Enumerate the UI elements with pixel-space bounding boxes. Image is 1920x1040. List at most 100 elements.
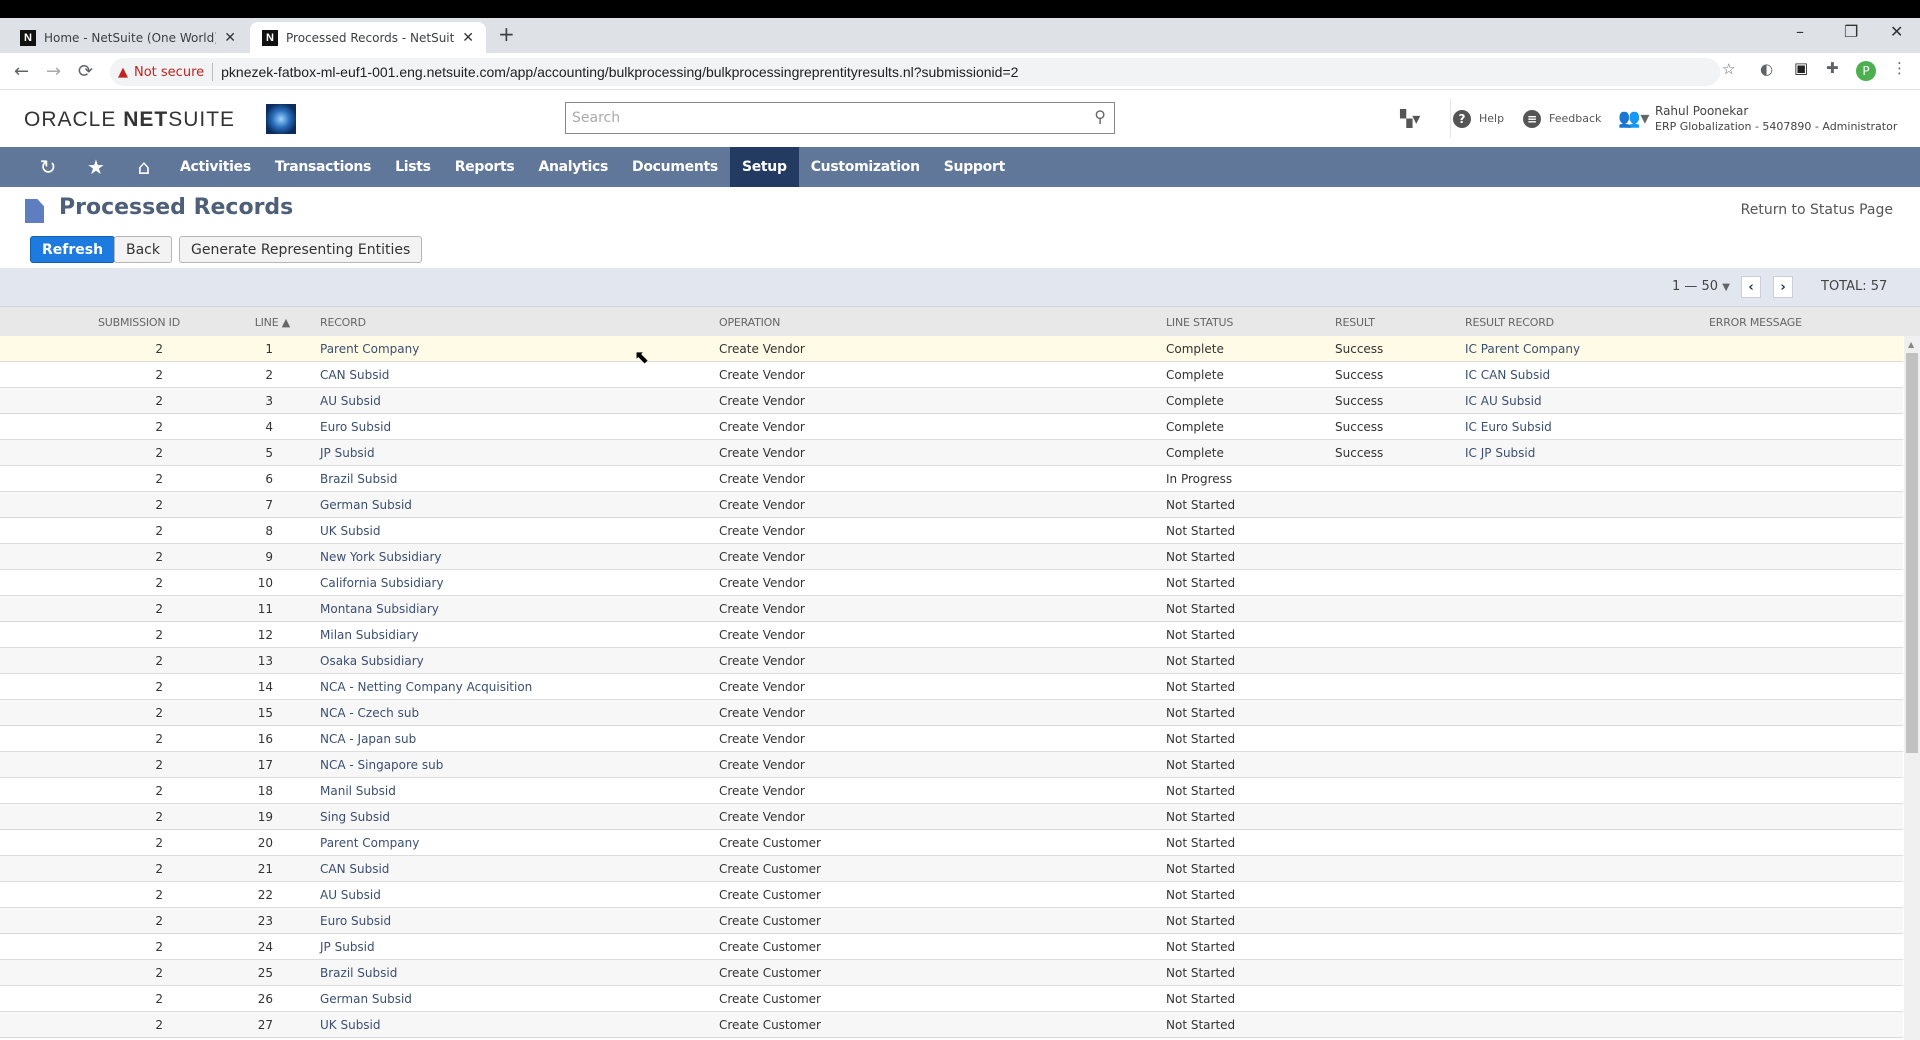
- cell-record[interactable]: New York Subsidiary: [320, 550, 442, 564]
- table-row[interactable]: 2 1 Parent Company Create Vendor Complete Suc…: [0, 336, 1903, 362]
- table-row[interactable]: 2 6 Brazil Subsid Create Vendor In Progress: [0, 466, 1903, 492]
- cell-record[interactable]: Parent Company: [320, 836, 419, 850]
- cell-record[interactable]: Milan Subsidiary: [320, 628, 419, 642]
- extension-badge-icon[interactable]: ▣: [1794, 59, 1808, 77]
- cell-record[interactable]: Osaka Subsidiary: [320, 654, 424, 668]
- browser-tab-home[interactable]: N Home - NetSuite (One World) ✕: [8, 22, 248, 53]
- cell-record[interactable]: CAN Subsid: [320, 368, 389, 382]
- table-row[interactable]: 2 15 NCA - Czech sub Create Vendor Not Start…: [0, 700, 1903, 726]
- oracle-netsuite-logo[interactable]: ORACLE NETSUITE: [24, 108, 235, 132]
- browser-menu-icon[interactable]: ⋮: [1892, 59, 1907, 77]
- cell-record[interactable]: Brazil Subsid: [320, 472, 397, 486]
- browser-tab-processed-records[interactable]: N Processed Records - NetSuite (ERP ✕: [250, 22, 486, 53]
- global-search-input[interactable]: Search ⚲: [565, 102, 1115, 134]
- cell-result-record[interactable]: IC CAN Subsid: [1465, 368, 1550, 382]
- table-row[interactable]: 2 4 Euro Subsid Create Vendor Complete Succes…: [0, 414, 1903, 440]
- table-scrollbar[interactable]: ▲: [1904, 336, 1920, 1040]
- table-row[interactable]: 2 7 German Subsid Create Vendor Not Started: [0, 492, 1903, 518]
- minimize-button[interactable]: –: [1796, 22, 1804, 41]
- cell-record[interactable]: California Subsidiary: [320, 576, 444, 590]
- table-row[interactable]: 2 16 NCA - Japan sub Create Vendor Not Start…: [0, 726, 1903, 752]
- cell-record[interactable]: German Subsid: [320, 992, 412, 1006]
- col-line[interactable]: LINE ▲: [255, 316, 291, 329]
- table-row[interactable]: 2 21 CAN Subsid Create Customer Not Started: [0, 856, 1903, 882]
- nav-transactions[interactable]: Transactions: [263, 147, 383, 187]
- table-row[interactable]: 2 18 Manil Subsid Create Vendor Not Started: [0, 778, 1903, 804]
- cell-record[interactable]: JP Subsid: [320, 940, 375, 954]
- cell-record[interactable]: Manil Subsid: [320, 784, 396, 798]
- search-icon[interactable]: ⚲: [1094, 107, 1106, 126]
- cell-record[interactable]: AU Subsid: [320, 888, 381, 902]
- profile-avatar[interactable]: P: [1856, 61, 1876, 81]
- cell-result-record[interactable]: IC Euro Subsid: [1465, 420, 1552, 434]
- refresh-button[interactable]: Refresh: [30, 236, 116, 263]
- generate-representing-entities-button[interactable]: Generate Representing Entities: [179, 236, 423, 263]
- prev-page-button[interactable]: ‹: [1741, 276, 1761, 298]
- cell-record[interactable]: Montana Subsidiary: [320, 602, 439, 616]
- nav-documents[interactable]: Documents: [620, 147, 730, 187]
- next-page-button[interactable]: ›: [1773, 276, 1793, 298]
- create-new-menu[interactable]: ▚▾: [1400, 90, 1420, 147]
- nav-analytics[interactable]: Analytics: [526, 147, 620, 187]
- extension-circle-icon[interactable]: ◐: [1760, 60, 1773, 78]
- col-record[interactable]: RECORD: [320, 316, 366, 329]
- cell-record[interactable]: Sing Subsid: [320, 810, 390, 824]
- col-line-status[interactable]: LINE STATUS: [1166, 316, 1233, 329]
- restore-button[interactable]: ❐: [1844, 22, 1858, 41]
- cell-result-record[interactable]: IC JP Subsid: [1465, 446, 1535, 460]
- col-operation[interactable]: OPERATION: [719, 316, 780, 329]
- table-row[interactable]: 2 13 Osaka Subsidiary Create Vendor Not Star…: [0, 648, 1903, 674]
- col-result[interactable]: RESULT: [1335, 316, 1375, 329]
- feedback-link[interactable]: ≡ Feedback: [1523, 90, 1601, 147]
- cell-record[interactable]: JP Subsid: [320, 446, 375, 460]
- scrollbar-thumb[interactable]: [1906, 353, 1918, 753]
- table-row[interactable]: 2 17 NCA - Singapore sub Create Vendor Not S…: [0, 752, 1903, 778]
- col-error-message[interactable]: ERROR MESSAGE: [1709, 316, 1802, 329]
- table-row[interactable]: 2 9 New York Subsidiary Create Vendor Not St…: [0, 544, 1903, 570]
- cell-result-record[interactable]: IC AU Subsid: [1465, 394, 1542, 408]
- recent-records-icon[interactable]: ↻: [24, 155, 72, 179]
- return-to-status-link[interactable]: Return to Status Page: [1741, 202, 1893, 218]
- close-window-button[interactable]: ✕: [1890, 22, 1903, 41]
- scroll-up-icon[interactable]: ▲: [1908, 340, 1914, 349]
- page-range-select[interactable]: 1 — 50 ▼: [1672, 279, 1730, 294]
- help-link[interactable]: ? Help: [1453, 90, 1504, 147]
- cell-record[interactable]: UK Subsid: [320, 1018, 381, 1032]
- table-row[interactable]: 2 27 UK Subsid Create Customer Not Started: [0, 1012, 1903, 1038]
- puzzle-icon[interactable]: ✚: [1826, 59, 1839, 77]
- table-row[interactable]: 2 22 AU Subsid Create Customer Not Started: [0, 882, 1903, 908]
- nav-reports[interactable]: Reports: [443, 147, 527, 187]
- cell-record[interactable]: NCA - Japan sub: [320, 732, 416, 746]
- cell-record[interactable]: UK Subsid: [320, 524, 381, 538]
- reload-icon[interactable]: ⟳: [78, 61, 93, 82]
- back-arrow-icon[interactable]: ←: [14, 61, 29, 82]
- cell-record[interactable]: NCA - Netting Company Acquisition: [320, 680, 532, 694]
- forward-arrow-icon[interactable]: →: [46, 61, 61, 82]
- favorites-star-icon[interactable]: ★: [72, 155, 120, 179]
- table-row[interactable]: 2 11 Montana Subsidiary Create Vendor Not St…: [0, 596, 1903, 622]
- cell-record[interactable]: Euro Subsid: [320, 420, 391, 434]
- table-row[interactable]: 2 3 AU Subsid Create Vendor Complete Success I…: [0, 388, 1903, 414]
- cell-record[interactable]: Parent Company: [320, 342, 419, 356]
- back-button[interactable]: Back: [114, 236, 172, 263]
- cell-record[interactable]: CAN Subsid: [320, 862, 389, 876]
- table-row[interactable]: 2 19 Sing Subsid Create Vendor Not Started: [0, 804, 1903, 830]
- address-bar[interactable]: ▲ Not secure pknezek-fatbox-ml-euf1-001.…: [110, 58, 1720, 86]
- table-row[interactable]: 2 20 Parent Company Create Customer Not Star…: [0, 830, 1903, 856]
- nav-activities[interactable]: Activities: [168, 147, 263, 187]
- url-text[interactable]: pknezek-fatbox-ml-euf1-001.eng.netsuite.…: [221, 64, 1018, 80]
- nav-support[interactable]: Support: [932, 147, 1017, 187]
- nav-setup[interactable]: Setup: [729, 147, 799, 187]
- role-switcher-icon[interactable]: 👥▾: [1618, 90, 1649, 147]
- cell-record[interactable]: German Subsid: [320, 498, 412, 512]
- table-row[interactable]: 2 12 Milan Subsidiary Create Vendor Not Star…: [0, 622, 1903, 648]
- close-tab-icon[interactable]: ✕: [462, 30, 474, 46]
- home-icon[interactable]: ⌂: [120, 155, 168, 179]
- cell-result-record[interactable]: IC Parent Company: [1465, 342, 1580, 356]
- security-label[interactable]: Not secure: [134, 65, 204, 80]
- nav-customization[interactable]: Customization: [799, 147, 932, 187]
- cell-record[interactable]: NCA - Czech sub: [320, 706, 419, 720]
- table-row[interactable]: 2 2 CAN Subsid Create Vendor Complete Success…: [0, 362, 1903, 388]
- table-row[interactable]: 2 24 JP Subsid Create Customer Not Started: [0, 934, 1903, 960]
- col-result-record[interactable]: RESULT RECORD: [1465, 316, 1554, 329]
